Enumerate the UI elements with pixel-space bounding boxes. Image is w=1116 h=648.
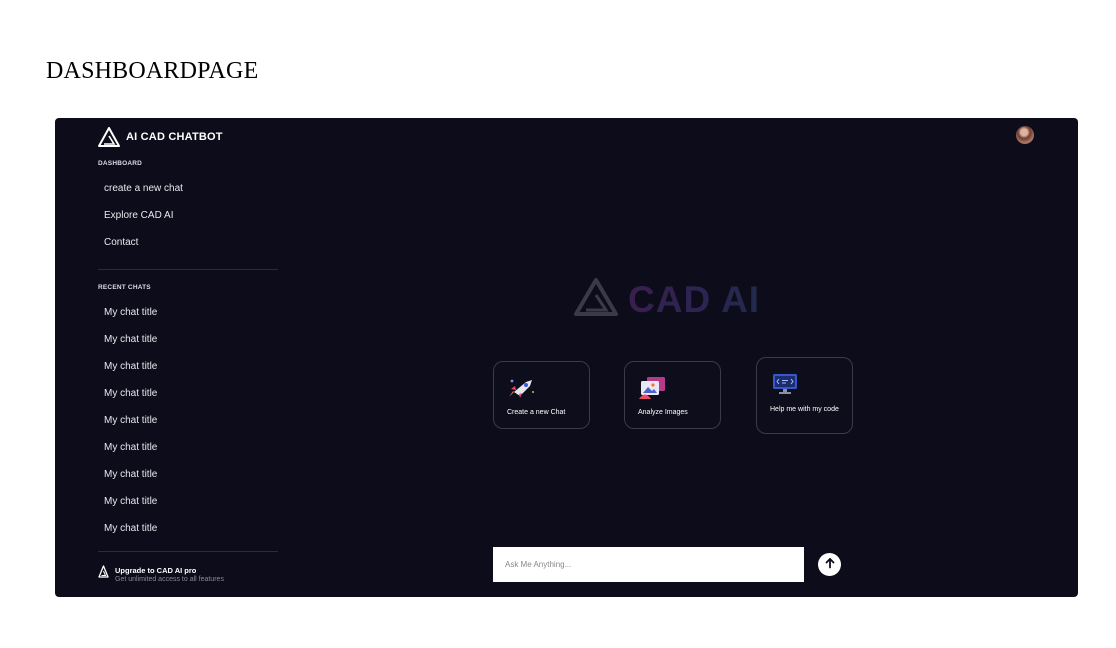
recent-chat-item[interactable]: My chat title xyxy=(104,332,157,359)
recent-chats-label: RECENT CHATS xyxy=(98,284,151,291)
recent-chat-item[interactable]: My chat title xyxy=(104,305,157,332)
logo-icon xyxy=(98,127,120,147)
image-gallery-icon xyxy=(639,376,667,405)
analyze-images-card[interactable]: Analyze Images xyxy=(624,361,721,429)
code-monitor-icon xyxy=(771,372,799,401)
card-label: Help me with my code xyxy=(770,406,839,413)
card-label: Analyze Images xyxy=(638,409,688,416)
recent-chat-item[interactable]: My chat title xyxy=(104,440,157,467)
brand-name: AI CAD CHATBOT xyxy=(126,131,223,143)
upgrade-text: Upgrade to CAD AI pro Get unlimited acce… xyxy=(115,566,224,583)
nav-item-contact[interactable]: Contact xyxy=(104,235,183,262)
recent-chat-item[interactable]: My chat title xyxy=(104,413,157,440)
avatar[interactable] xyxy=(1016,126,1034,144)
divider xyxy=(98,269,278,270)
upgrade-pro-link[interactable]: Upgrade to CAD AI pro Get unlimited acce… xyxy=(98,565,224,583)
upgrade-title: Upgrade to CAD AI pro xyxy=(115,565,197,575)
recent-chat-item[interactable]: My chat title xyxy=(104,494,157,521)
rocket-icon xyxy=(508,376,536,403)
send-button[interactable] xyxy=(818,553,841,576)
code-help-card[interactable]: Help me with my code xyxy=(756,357,853,434)
page-heading: DASHBOARDPAGE xyxy=(46,58,259,84)
sidebar: AI CAD CHATBOT DASHBOARD create a new ch… xyxy=(55,118,295,597)
arrow-up-icon xyxy=(824,557,836,572)
recent-chats-list: My chat title My chat title My chat titl… xyxy=(104,305,157,548)
app-window: AI CAD CHATBOT DASHBOARD create a new ch… xyxy=(55,118,1078,597)
logo-icon xyxy=(98,565,109,583)
recent-chat-item[interactable]: My chat title xyxy=(104,359,157,386)
recent-chat-item[interactable]: My chat title xyxy=(104,521,157,548)
dashboard-nav: create a new chat Explore CAD AI Contact xyxy=(104,181,183,262)
logo-icon xyxy=(574,278,618,321)
nav-item-create-chat[interactable]: create a new chat xyxy=(104,181,183,208)
hero-logo: CAD AI xyxy=(574,278,760,321)
upgrade-subtitle: Get unlimited access to all features xyxy=(115,575,224,583)
create-chat-card[interactable]: Create a new Chat xyxy=(493,361,590,429)
nav-item-explore[interactable]: Explore CAD AI xyxy=(104,208,183,235)
hero-title: CAD AI xyxy=(628,278,761,320)
recent-chat-item[interactable]: My chat title xyxy=(104,386,157,413)
card-label: Create a new Chat xyxy=(507,409,566,416)
divider xyxy=(98,551,278,552)
brand[interactable]: AI CAD CHATBOT xyxy=(98,127,223,147)
ask-input[interactable] xyxy=(493,547,804,582)
dashboard-section-label: DASHBOARD xyxy=(98,160,143,167)
recent-chat-item[interactable]: My chat title xyxy=(104,467,157,494)
